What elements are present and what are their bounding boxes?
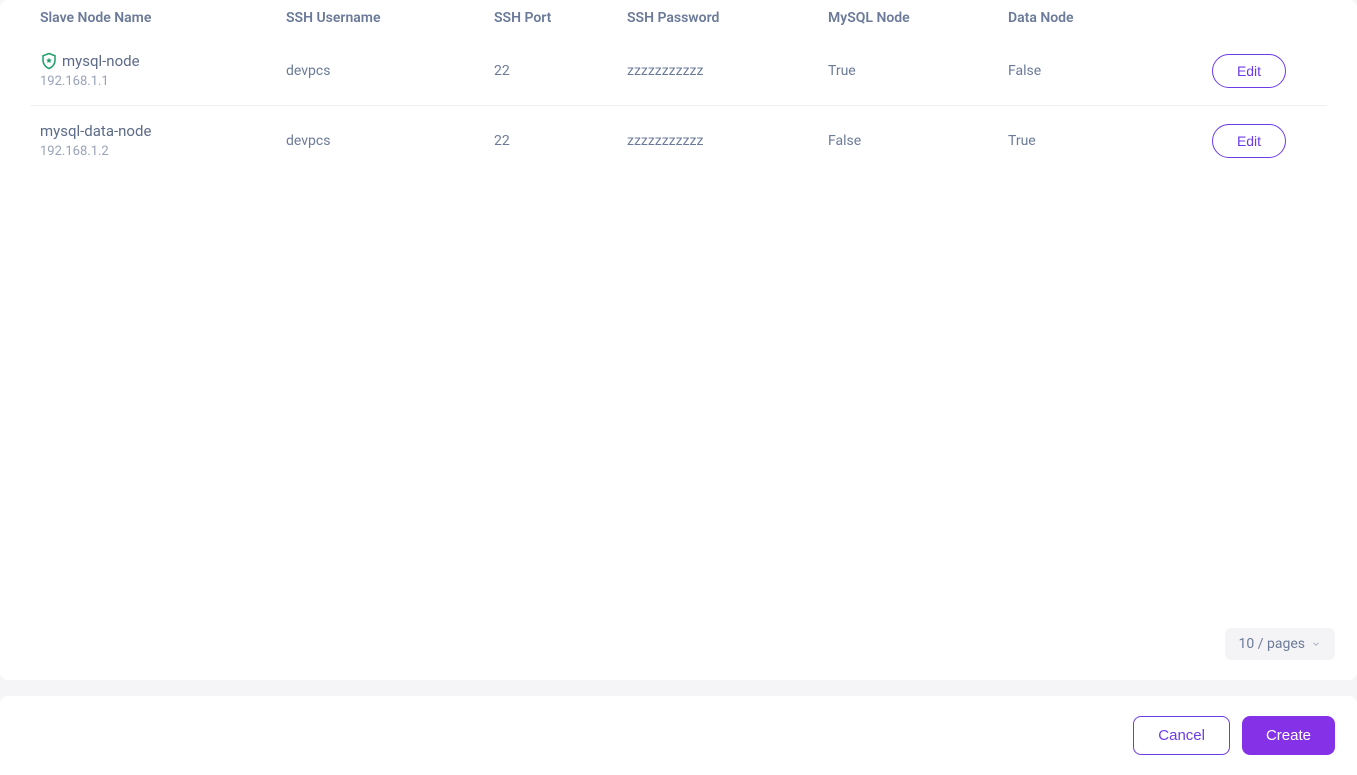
main-panel: Slave Node Name SSH Username SSH Port SS…	[0, 0, 1357, 680]
node-name-block: mysql-node 192.168.1.1	[40, 52, 286, 89]
node-ip: 192.168.1.2	[40, 144, 286, 159]
header-data: Data Node	[1008, 10, 1171, 26]
table-row: mysql-node 192.168.1.1devpcs22zzzzzzzzzzz…	[30, 36, 1327, 106]
node-name-cell: mysql-node 192.168.1.1	[30, 52, 286, 89]
header-name: Slave Node Name	[30, 10, 286, 26]
header-user: SSH Username	[286, 10, 494, 26]
node-name-line: mysql-node	[40, 52, 286, 70]
node-name: mysql-node	[62, 52, 140, 70]
ssh-username-cell: devpcs	[286, 133, 494, 149]
ssh-port-cell: 22	[494, 133, 627, 149]
footer-panel: Cancel Create	[0, 696, 1357, 775]
data-node-cell: False	[1008, 63, 1171, 79]
nodes-table: Slave Node Name SSH Username SSH Port SS…	[30, 0, 1327, 175]
page-size-label: 10 / pages	[1239, 636, 1305, 652]
chevron-down-icon	[1311, 639, 1321, 649]
ssh-password-cell: zzzzzzzzzzz	[627, 63, 828, 79]
action-cell: Edit	[1171, 124, 1327, 158]
node-name: mysql-data-node	[40, 122, 151, 140]
header-port: SSH Port	[494, 10, 627, 26]
node-name-cell: mysql-data-node 192.168.1.2	[30, 122, 286, 159]
ssh-password-cell: zzzzzzzzzzz	[627, 133, 828, 149]
action-cell: Edit	[1171, 54, 1327, 88]
cancel-button[interactable]: Cancel	[1133, 716, 1230, 755]
shield-star-icon	[40, 52, 58, 70]
edit-button[interactable]: Edit	[1212, 124, 1286, 158]
page-size-select[interactable]: 10 / pages	[1225, 628, 1335, 660]
pagination: 10 / pages	[1225, 628, 1335, 660]
mysql-node-cell: True	[828, 63, 1008, 79]
node-name-block: mysql-data-node 192.168.1.2	[40, 122, 286, 159]
edit-button[interactable]: Edit	[1212, 54, 1286, 88]
header-mysql: MySQL Node	[828, 10, 1008, 26]
ssh-port-cell: 22	[494, 63, 627, 79]
mysql-node-cell: False	[828, 133, 1008, 149]
node-ip: 192.168.1.1	[40, 74, 286, 89]
node-name-line: mysql-data-node	[40, 122, 286, 140]
header-pass: SSH Password	[627, 10, 828, 26]
create-button[interactable]: Create	[1242, 716, 1335, 755]
data-node-cell: True	[1008, 133, 1171, 149]
table-header: Slave Node Name SSH Username SSH Port SS…	[30, 0, 1327, 36]
header-action	[1171, 10, 1327, 26]
ssh-username-cell: devpcs	[286, 63, 494, 79]
table-row: mysql-data-node 192.168.1.2devpcs22zzzzzz…	[30, 106, 1327, 175]
